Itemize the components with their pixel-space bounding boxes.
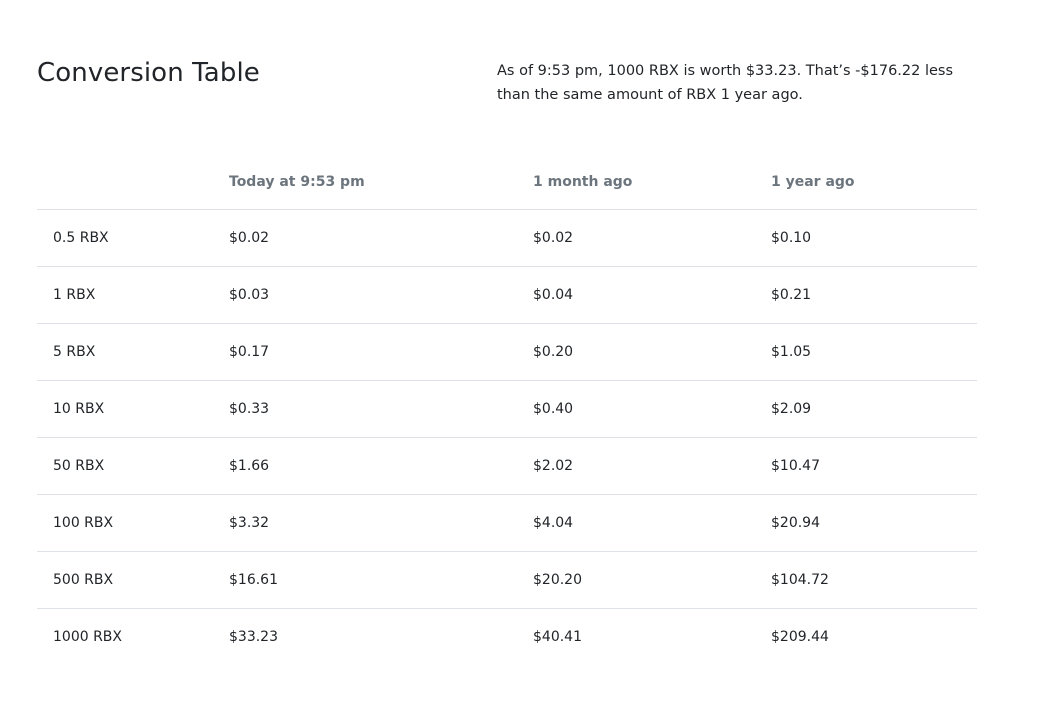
- year-ago-value-cell: $104.72: [771, 551, 977, 609]
- table-row: 1000 RBX $33.23 $40.41 $209.44: [37, 609, 977, 666]
- amount-cell: 500 RBX: [37, 551, 229, 609]
- table-row: 0.5 RBX $0.02 $0.02 $0.10: [37, 209, 977, 267]
- amount-cell: 100 RBX: [37, 494, 229, 552]
- year-ago-value-cell: $10.47: [771, 437, 977, 495]
- column-header-year-ago: 1 year ago: [771, 155, 977, 210]
- today-value-cell: $0.17: [229, 323, 533, 381]
- table-row: 500 RBX $16.61 $20.20 $104.72: [37, 551, 977, 609]
- today-value-cell: $0.33: [229, 380, 533, 438]
- column-header-amount: [37, 155, 229, 210]
- table-row: 100 RBX $3.32 $4.04 $20.94: [37, 494, 977, 552]
- page-title: Conversion Table: [37, 58, 260, 88]
- today-value-cell: $33.23: [229, 629, 278, 645]
- column-header-month-ago: 1 month ago: [533, 155, 771, 210]
- conversion-summary: As of 9:53 pm, 1000 RBX is worth $33.23.…: [497, 63, 954, 103]
- amount-cell: 10 RBX: [37, 380, 229, 438]
- month-ago-value-cell: $40.41: [533, 629, 582, 645]
- table-row: 50 RBX $1.66 $2.02 $10.47: [37, 437, 977, 495]
- amount-cell: 1000 RBX: [53, 629, 123, 645]
- amount-cell: 1 RBX: [37, 266, 229, 324]
- today-value-cell: $16.61: [229, 551, 533, 609]
- year-ago-value-cell: $1.05: [771, 323, 977, 381]
- amount-cell: 0.5 RBX: [37, 209, 229, 267]
- today-value-cell: $1.66: [229, 437, 533, 495]
- month-ago-value-cell: $0.02: [533, 209, 771, 267]
- conversion-table: Today at 9:53 pm 1 month ago 1 year ago …: [37, 155, 977, 665]
- table-header-row: Today at 9:53 pm 1 month ago 1 year ago: [37, 155, 977, 210]
- month-ago-value-cell: $4.04: [533, 494, 771, 552]
- year-ago-value-cell: $20.94: [771, 494, 977, 552]
- year-ago-value-cell: $2.09: [771, 380, 977, 438]
- amount-cell: 50 RBX: [37, 437, 229, 495]
- table-row: 5 RBX $0.17 $0.20 $1.05: [37, 323, 977, 381]
- today-value-cell: $0.03: [229, 266, 533, 324]
- month-ago-value-cell: $2.02: [533, 437, 771, 495]
- today-value-cell: $3.32: [229, 494, 533, 552]
- month-ago-value-cell: $20.20: [533, 551, 771, 609]
- month-ago-value-cell: $0.40: [533, 380, 771, 438]
- month-ago-value-cell: $0.20: [533, 323, 771, 381]
- amount-cell: 5 RBX: [37, 323, 229, 381]
- month-ago-value-cell: $0.04: [533, 266, 771, 324]
- today-value-cell: $0.02: [229, 209, 533, 267]
- year-ago-value-cell: $0.21: [771, 266, 977, 324]
- year-ago-value-cell: $0.10: [771, 209, 977, 267]
- year-ago-value-cell: $209.44: [771, 629, 829, 645]
- table-row: 10 RBX $0.33 $0.40 $2.09: [37, 380, 977, 438]
- column-header-today: Today at 9:53 pm: [229, 155, 533, 210]
- table-row: 1 RBX $0.03 $0.04 $0.21: [37, 266, 977, 324]
